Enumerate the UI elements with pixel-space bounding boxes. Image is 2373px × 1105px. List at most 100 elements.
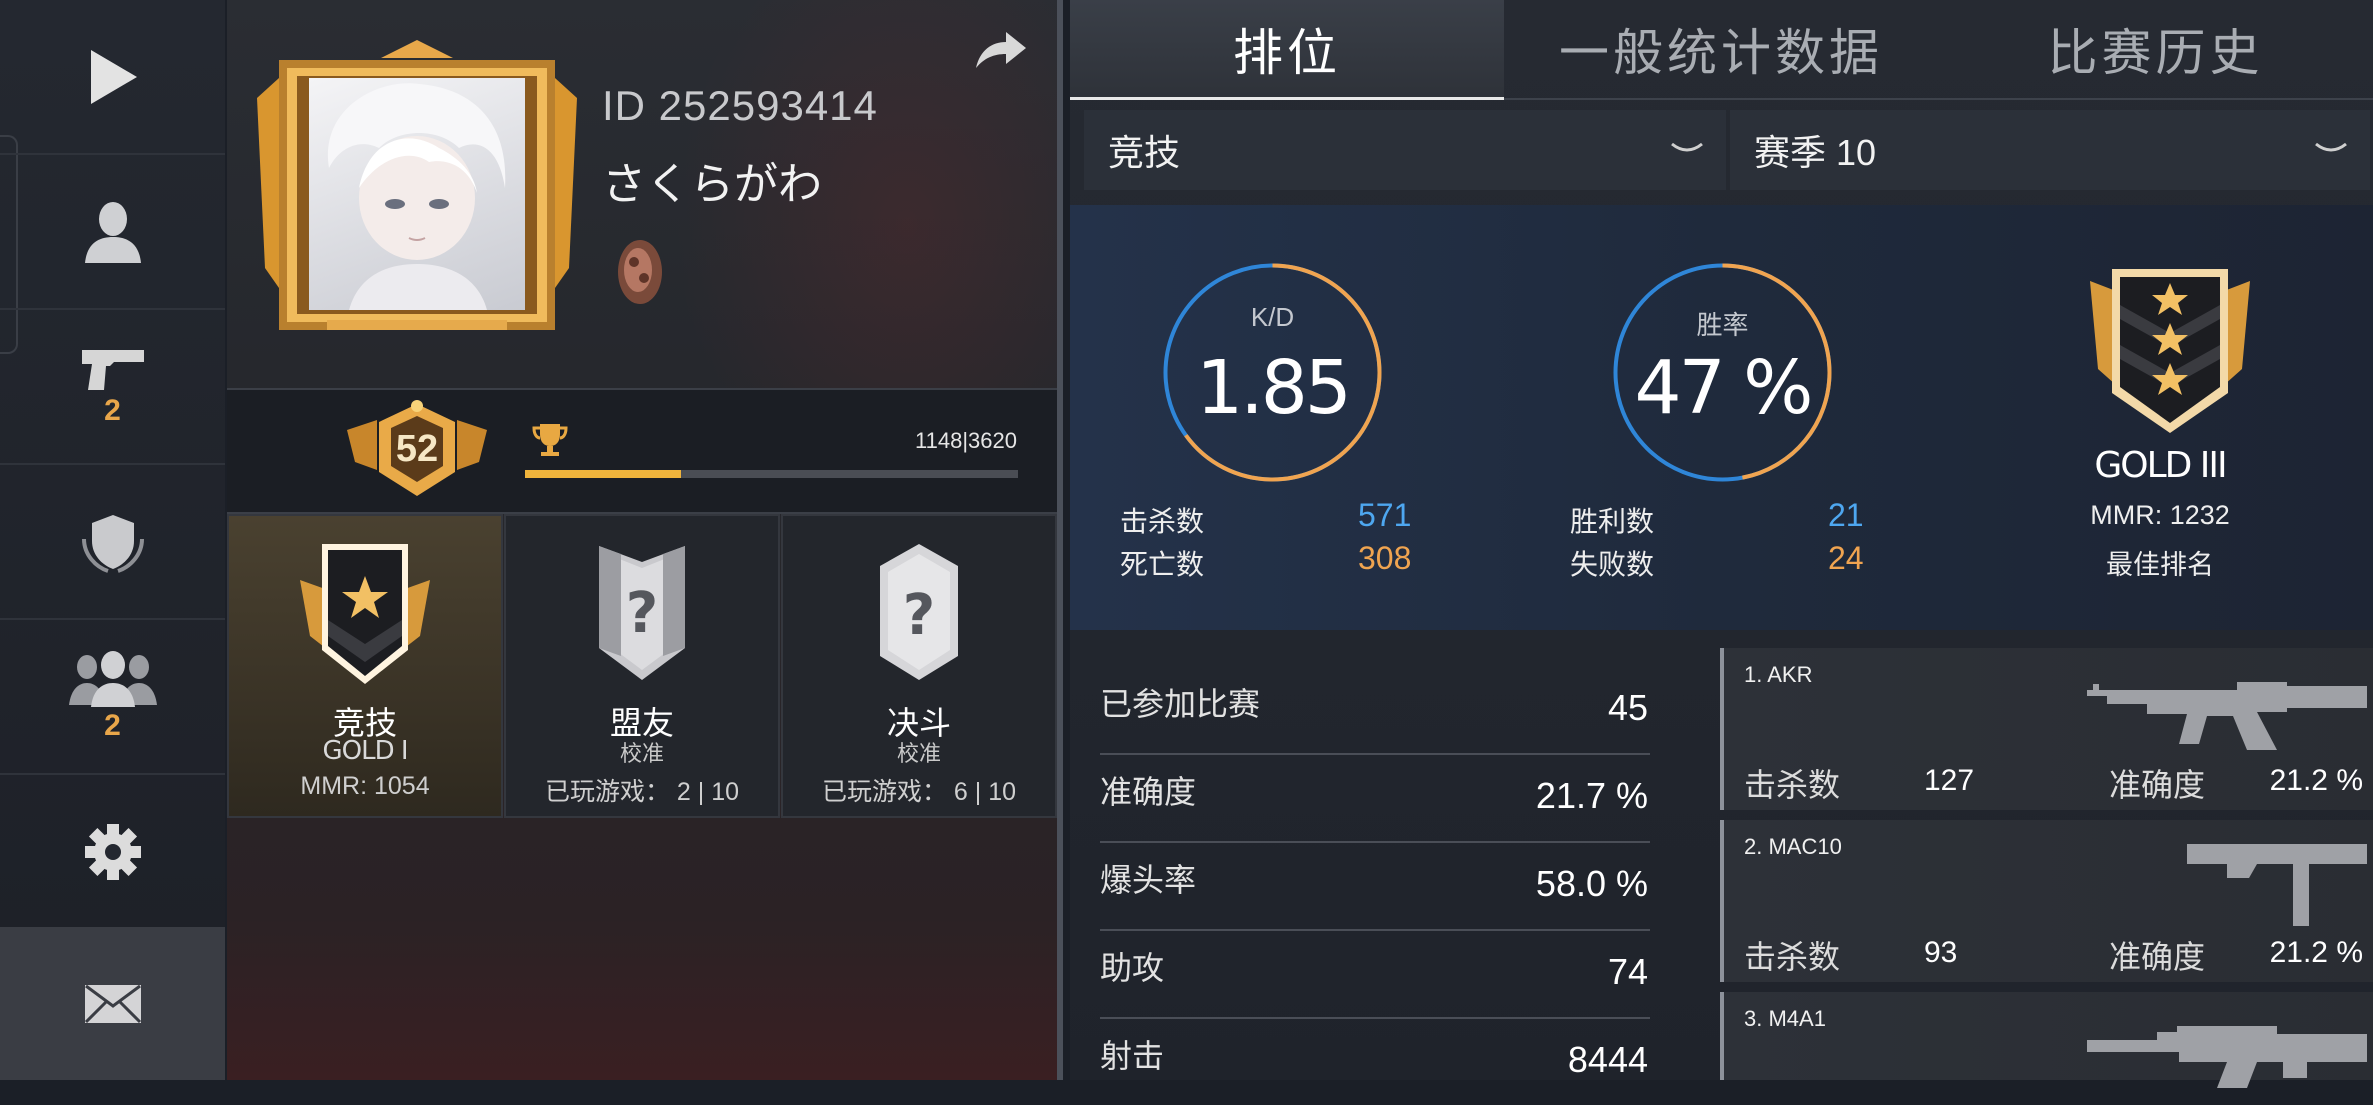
kills-value: 571 <box>1358 497 1412 533</box>
season-dropdown-value: 赛季 10 <box>1754 132 1877 173</box>
weapon-accuracy-label: 准确度 <box>2109 939 2206 975</box>
xp-progress-fill <box>525 470 682 478</box>
gold-three-rank-icon <box>2090 269 2250 433</box>
mode-rank: GOLD I <box>322 736 408 766</box>
mode-card-allies[interactable]: ? 盟友 校准 已玩游戏： 2 | 10 <box>504 514 780 818</box>
weapons-count-badge: 2 <box>104 393 121 427</box>
unranked-hex-icon: ? <box>880 544 958 680</box>
wins-label: 胜利数 <box>1570 506 1655 537</box>
chevron-down-icon <box>1671 142 1703 152</box>
season-dropdown[interactable]: 赛季 10 <box>1730 110 2370 190</box>
level-number: 52 <box>395 428 439 470</box>
unranked-badge-icon: ? <box>599 546 685 680</box>
sidebar-item-play[interactable] <box>0 0 225 155</box>
weapon-card-akr[interactable]: 1. AKR 击杀数 127 准确度 21.2 % <box>1720 648 2373 810</box>
detail-value: 58.0 % <box>1535 863 1648 904</box>
shield-icon <box>81 514 144 573</box>
weapon-name: 2. MAC10 <box>1744 834 1842 859</box>
weapon-name: 3. M4A1 <box>1744 1006 1826 1031</box>
mode-mmr: MMR: 1054 <box>300 772 430 800</box>
tab-match-history[interactable]: 比赛历史 <box>1938 0 2373 98</box>
sidebar-item-settings[interactable] <box>0 775 225 930</box>
kd-label: K/D <box>1250 302 1295 332</box>
detail-label: 助攻 <box>1100 950 1165 986</box>
xp-text: 1148|3620 <box>915 428 1017 453</box>
detail-label: 爆头率 <box>1100 862 1197 898</box>
assault-rifle-icon <box>2087 1026 2367 1088</box>
gold-rank-icon <box>300 544 430 684</box>
sidebar-item-mail[interactable] <box>0 927 225 1080</box>
level-bar: 52 1148|3620 <box>227 388 1057 514</box>
sidebar-item-weapons[interactable]: 2 <box>0 310 225 465</box>
detail-label: 射击 <box>1100 1038 1165 1074</box>
weapon-kills-label: 击杀数 <box>1744 767 1841 803</box>
avatar[interactable] <box>257 38 577 338</box>
current-mmr: MMR: 1232 <box>2090 500 2230 530</box>
weapon-accuracy-label: 准确度 <box>2109 767 2206 803</box>
tab-ranked[interactable]: 排位 <box>1070 0 1504 100</box>
friends-icon <box>68 650 157 707</box>
losses-value: 24 <box>1828 540 1864 576</box>
best-rank-link[interactable]: 最佳排名 <box>2030 543 2290 582</box>
mode-card-duel[interactable]: ? 决斗 校准 已玩游戏： 6 | 10 <box>781 514 1057 818</box>
player-name: さくらがわ <box>602 160 822 209</box>
sidebar-item-profile[interactable] <box>0 155 225 310</box>
mail-icon <box>84 984 141 1023</box>
profile-panel: ID 252593414 さくらがわ 52 1148|3620 竞技 GOLD … <box>227 0 1057 1080</box>
detail-value: 45 <box>1607 687 1648 728</box>
sidebar-item-clan[interactable] <box>0 465 225 620</box>
detail-value: 74 <box>1607 951 1648 992</box>
detail-value: 21.7 % <box>1535 775 1648 816</box>
weapon-accuracy-value: 21.2 % <box>2269 764 2363 797</box>
kd-value: 1.85 <box>1196 345 1352 431</box>
mode-card-competitive[interactable]: 竞技 GOLD I MMR: 1054 <box>227 514 503 818</box>
mode-dropdown[interactable]: 竞技 <box>1084 110 1726 190</box>
losses-label: 失败数 <box>1570 549 1655 580</box>
share-icon[interactable] <box>972 28 1028 72</box>
detail-row-accuracy: 准确度 21.7 % <box>1100 753 1650 843</box>
weapon-card-mac10[interactable]: 2. MAC10 击杀数 93 准确度 21.2 % <box>1720 820 2373 982</box>
weapon-accuracy-value: 21.2 % <box>2269 936 2363 969</box>
friends-count-badge: 2 <box>104 708 121 742</box>
play-icon <box>90 49 137 104</box>
svg-text:?: ? <box>903 583 935 648</box>
winrate-label: 胜率 <box>1696 310 1749 340</box>
pistol-icon <box>81 349 144 390</box>
top-weapons-list: 1. AKR 击杀数 127 准确度 21.2 % 2. MAC10 击杀数 9… <box>1720 648 2373 1088</box>
tab-bar: 排位 一般统计数据 比赛历史 <box>1070 0 2373 100</box>
panel-divider <box>1057 0 1063 1080</box>
mode-cards: 竞技 GOLD I MMR: 1054 ? 盟友 校准 已玩游戏： 2 | 10… <box>227 514 1057 818</box>
weapon-card-m4a1[interactable]: 3. M4A1 <box>1720 992 2373 1088</box>
weapon-kills-value: 127 <box>1924 764 1975 797</box>
mode-games-played: 已玩游戏： 6 | 10 <box>821 778 1017 806</box>
detail-row-assists: 助攻 74 <box>1100 929 1650 1019</box>
detail-value: 8444 <box>1567 1039 1648 1080</box>
detail-row-matches: 已参加比赛 45 <box>1100 665 1650 755</box>
chevron-down-icon <box>2315 142 2347 152</box>
detail-label: 准确度 <box>1100 774 1197 810</box>
weapon-name: 1. AKR <box>1744 662 1813 687</box>
xp-progress-bar <box>525 470 1018 478</box>
deaths-label: 死亡数 <box>1120 549 1205 580</box>
mode-games-played: 已玩游戏： 2 | 10 <box>544 778 740 806</box>
detail-label: 已参加比赛 <box>1100 686 1261 722</box>
bronze-emblem-icon[interactable] <box>612 232 668 308</box>
stats-panel: 排位 一般统计数据 比赛历史 竞技 赛季 10 K/D 1.85 胜率 47 %… <box>1057 0 2373 1088</box>
svg-text:?: ? <box>626 581 658 646</box>
weapon-kills-label: 击杀数 <box>1744 939 1841 975</box>
anime-portrait-icon <box>327 83 506 310</box>
rifle-icon <box>2087 682 2367 750</box>
mode-status: 校准 <box>896 741 941 766</box>
sidebar-item-friends[interactable]: 2 <box>0 620 225 775</box>
detail-row-shots: 射击 8444 <box>1100 1017 1650 1105</box>
mode-status: 校准 <box>619 741 664 766</box>
profile-icon <box>84 201 141 263</box>
tab-general-stats[interactable]: 一般统计数据 <box>1504 0 1938 98</box>
mode-dropdown-value: 竞技 <box>1108 132 1181 173</box>
gear-icon <box>84 823 141 880</box>
trophy-icon <box>532 424 568 456</box>
avatar-image <box>309 78 525 310</box>
wins-value: 21 <box>1828 497 1864 533</box>
smg-icon <box>2187 844 2367 926</box>
deaths-value: 308 <box>1358 540 1412 576</box>
